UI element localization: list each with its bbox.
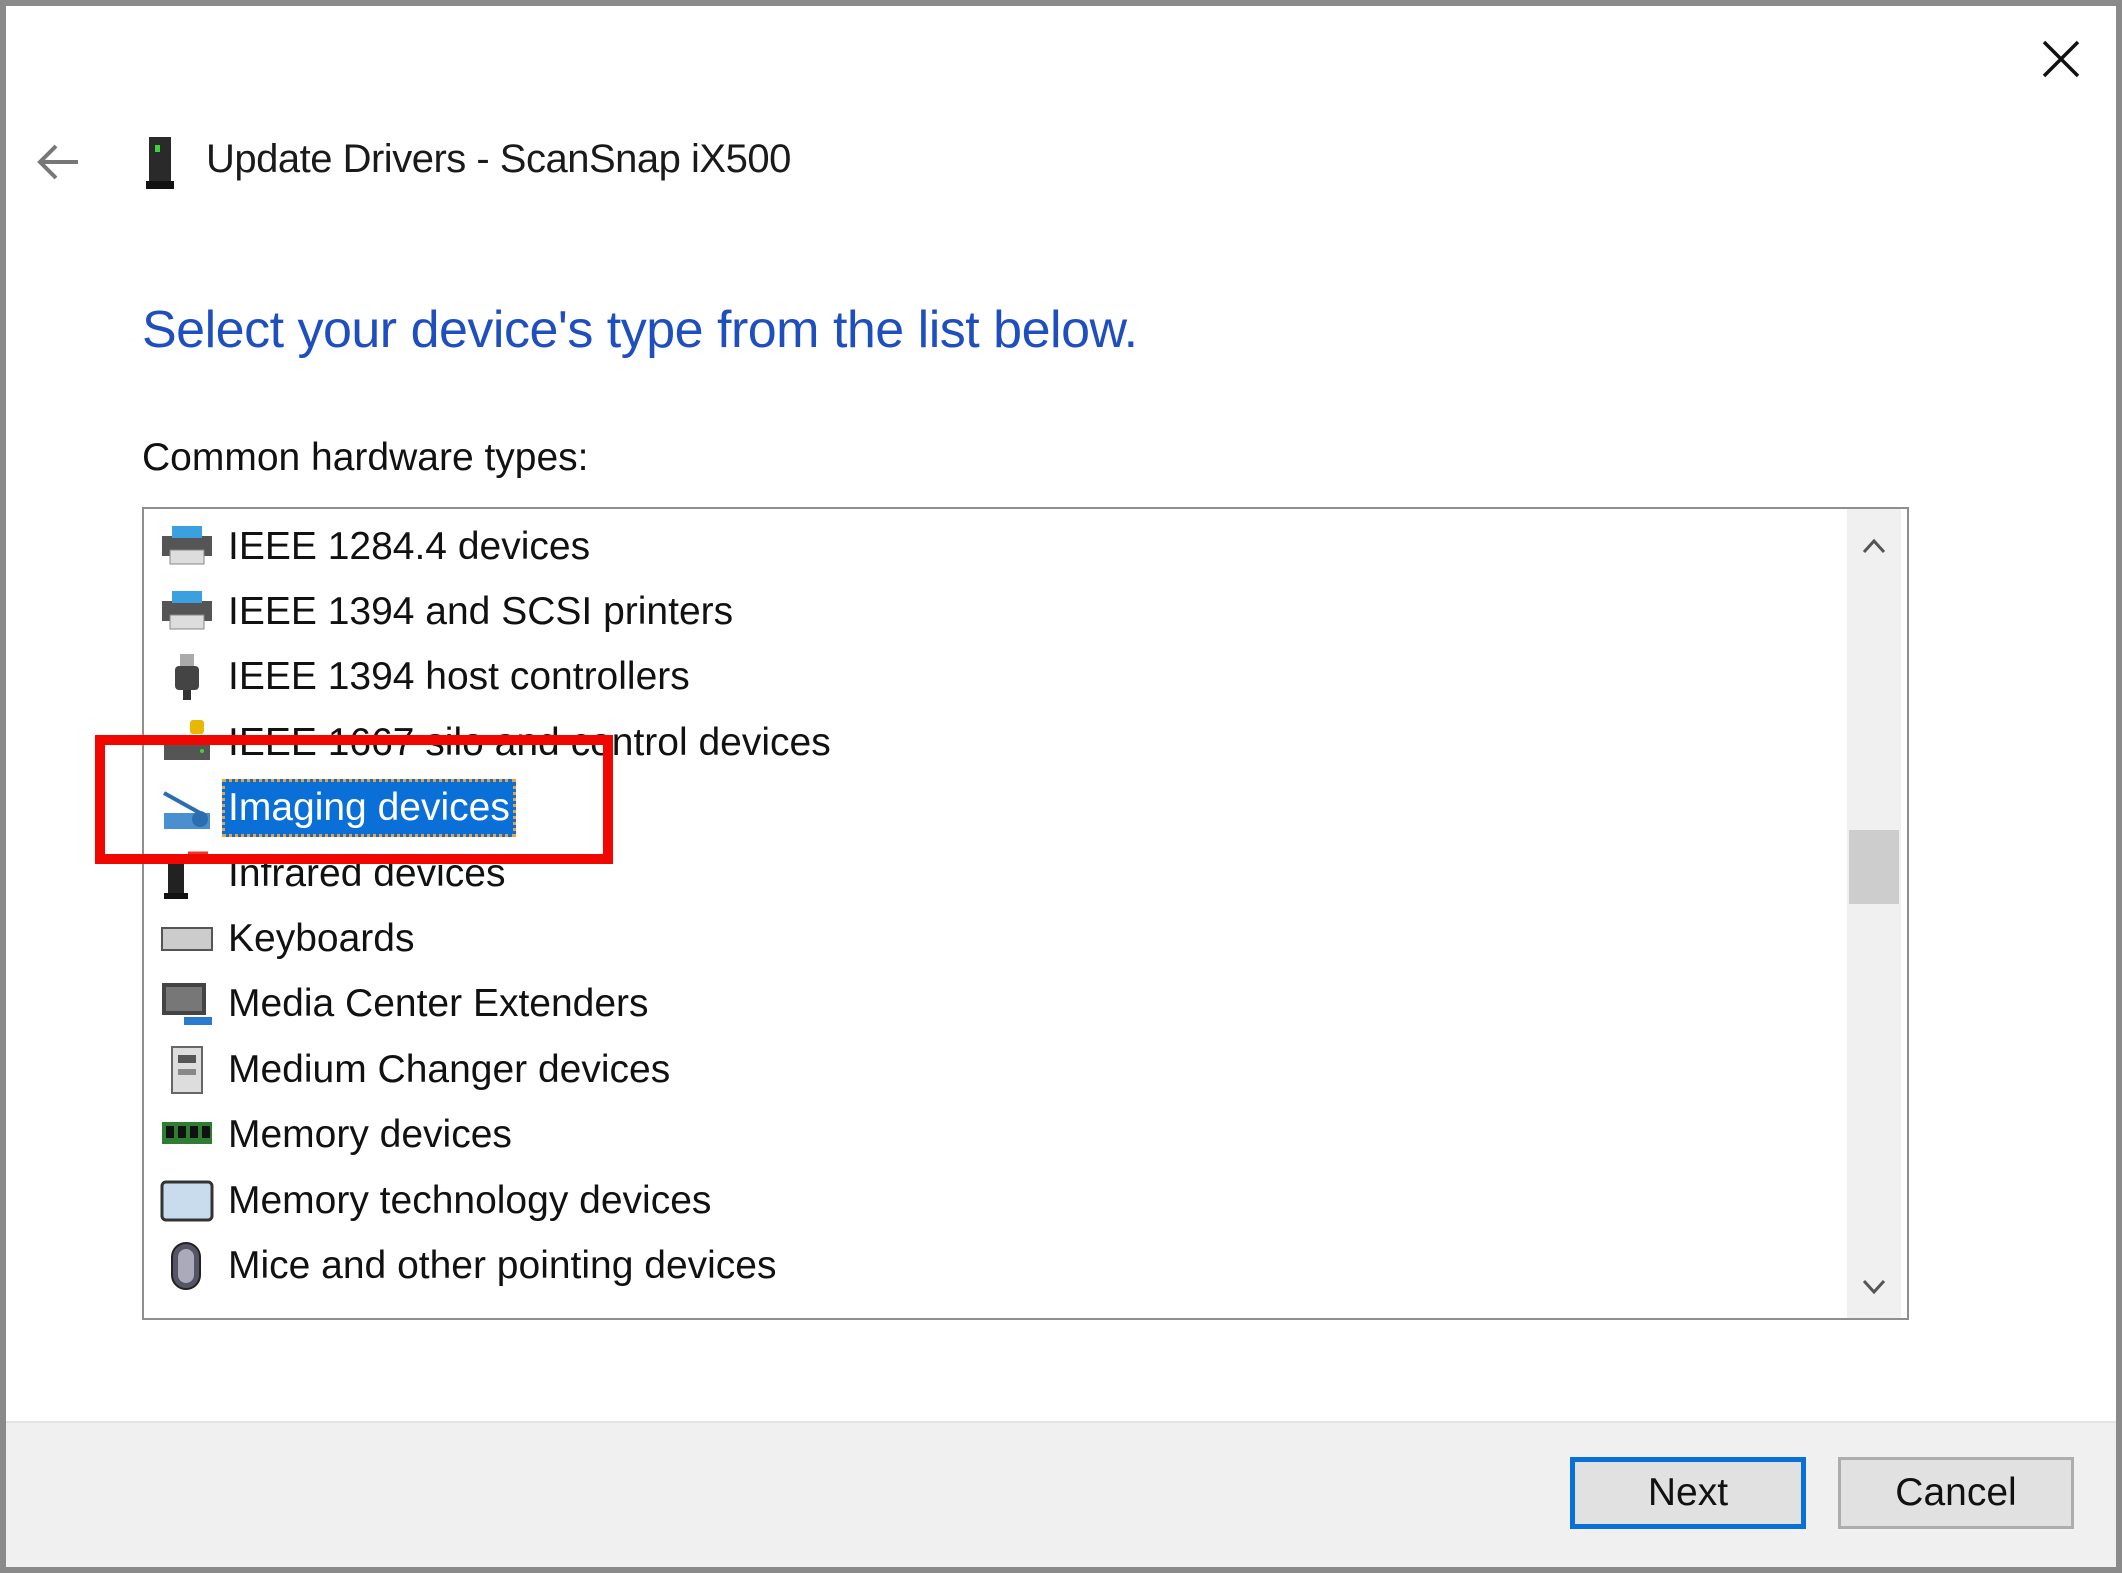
cancel-button[interactable]: Cancel [1838,1457,2074,1529]
list-item-label: Memory devices [228,1113,512,1157]
list-item[interactable]: Media Center Extenders [144,972,1844,1037]
memory-icon [160,1110,214,1160]
memory-card-icon [160,1176,214,1226]
scrollbar-thumb[interactable] [1849,830,1899,904]
hardware-type-list[interactable]: IEEE 1284.4 devices IEEE 1394 and SCSI pr… [142,507,1909,1320]
list-item-label: IEEE 1394 host controllers [228,655,690,699]
mouse-icon [160,1241,214,1291]
chevron-down-icon [1862,1279,1886,1295]
list-item[interactable]: Memory technology devices [144,1168,1844,1233]
device-icon [160,1297,214,1319]
next-button[interactable]: Next [1570,1457,1806,1529]
list-item[interactable]: IEEE 1284.4 devices [144,514,1844,579]
scanner-icon [146,137,174,189]
usb-plug-icon [160,652,214,702]
vertical-scrollbar[interactable] [1847,509,1901,1318]
list-item[interactable]: Memory devices [144,1103,1844,1168]
list-item-label: Medium Changer devices [228,1047,671,1091]
list-label: Common hardware types: [142,436,589,479]
window-title: Update Drivers - ScanSnap iX500 [206,137,791,181]
printer-icon [160,587,214,637]
chevron-up-icon [1862,538,1886,554]
list-item-label: IEEE 1394 and SCSI printers [228,589,734,633]
list-item-label: IEEE 1284.4 devices [228,524,591,568]
keyboard-icon [160,914,214,964]
list-item-label: Keyboards [228,916,415,960]
close-icon[interactable] [2036,34,2086,84]
list-item-label: Mice and other pointing devices [228,1243,777,1287]
list-item-label: Memory technology devices [228,1178,712,1222]
list-item[interactable]: Keyboards [144,906,1844,971]
list-item-partial[interactable] [144,1289,1844,1319]
tower-icon [160,1045,214,1095]
page-heading: Select your device's type from the list … [142,301,1138,359]
scroll-down-button[interactable] [1847,1260,1901,1314]
printer-icon [160,522,214,572]
list-item[interactable]: IEEE 1394 host controllers [144,645,1844,710]
scroll-up-button[interactable] [1847,519,1901,573]
highlight-annotation-box [95,735,613,864]
list-item[interactable]: Medium Changer devices [144,1037,1844,1102]
list-item[interactable]: IEEE 1394 and SCSI printers [144,579,1844,644]
back-arrow-icon[interactable] [34,140,82,184]
monitor-icon [160,979,214,1029]
list-item-label: Media Center Extenders [228,982,649,1026]
